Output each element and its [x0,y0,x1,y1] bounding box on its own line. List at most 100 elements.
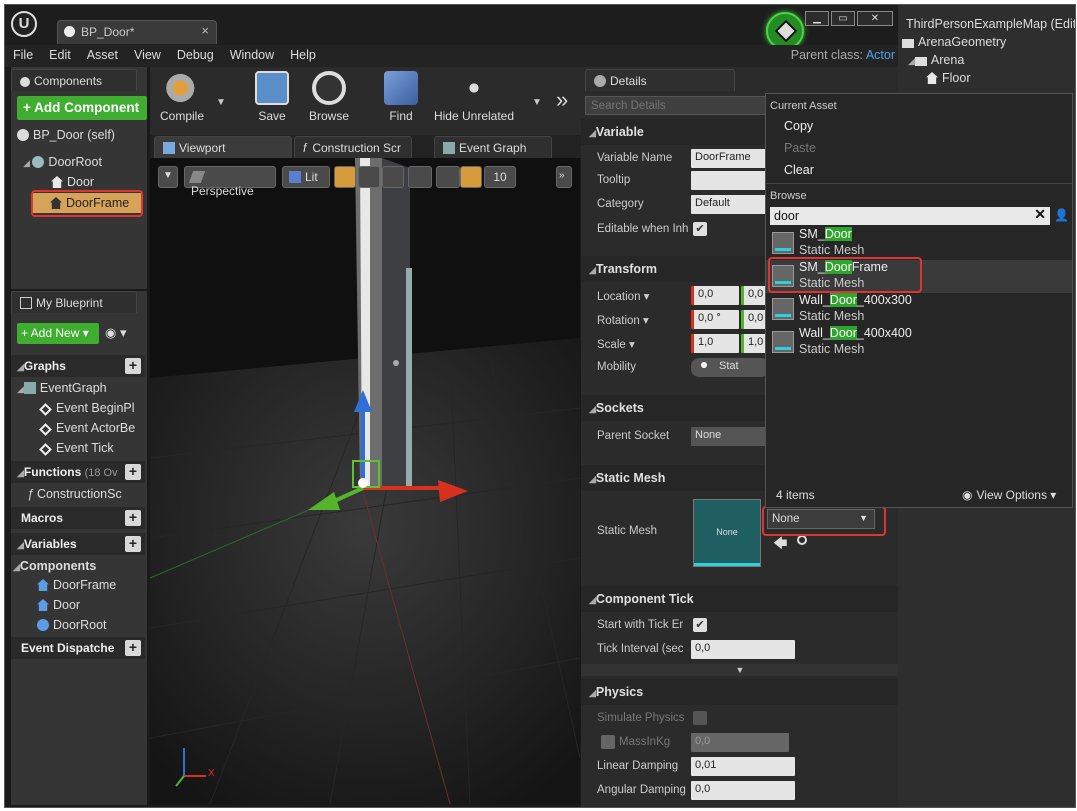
event-actorbegin[interactable]: Event ActorBe [39,418,145,438]
section-event-dispatchers[interactable]: Event Dispatche + [11,637,145,659]
browse-asset-icon[interactable] [797,535,807,545]
asset-search-input[interactable]: door ✕ [770,206,1050,225]
add-new-button[interactable]: + Add New ▾ [17,323,99,344]
section-functions[interactable]: ◢Functions (18 Ov + [11,461,145,483]
close-button[interactable]: ✕ [857,11,893,26]
tab-my-blueprint[interactable]: My Blueprint [11,291,137,313]
editable-checkbox[interactable]: ✔ [693,222,707,236]
add-dispatcher-icon[interactable]: + [125,640,141,656]
parent-class-link[interactable]: Actor [866,48,895,62]
variable-doorroot[interactable]: DoorRoot [37,615,145,635]
variable-doorframe[interactable]: DoorFrame [37,575,145,595]
details-search-input[interactable] [585,96,775,115]
add-function-icon[interactable]: + [125,464,141,480]
tab-components[interactable]: Components [11,69,137,91]
scale-x-input[interactable]: 1,0 [691,334,739,353]
add-graph-icon[interactable]: + [125,358,141,374]
menu-help[interactable]: Help [282,45,324,62]
tab-viewport[interactable]: Viewport [154,136,292,158]
add-component-button[interactable]: + Add Component [17,96,147,120]
viewport-options-button[interactable]: ▼ [158,166,178,188]
section-graphs[interactable]: ◢Graphs + [11,355,145,377]
maximize-button[interactable]: ▭ [831,11,855,26]
menu-view[interactable]: View [126,45,169,62]
menu-window[interactable]: Window [222,45,282,62]
location-x-input[interactable]: 0,0 [691,286,739,305]
variable-category-components[interactable]: ◢Components [13,556,145,576]
hide-dropdown-icon[interactable]: ▼ [532,97,542,108]
save-button[interactable]: Save [250,71,294,131]
surface-snap-toggle[interactable] [436,166,460,188]
function-construction[interactable]: ƒ ConstructionSc [27,484,145,504]
asset-item[interactable]: Wall_Door_400x400 Static Mesh [772,326,1067,359]
person-icon[interactable]: 👤 [1054,208,1069,224]
minimize-button[interactable]: ▁ [805,11,829,26]
category-combo[interactable]: Default [691,195,771,214]
toolbar-overflow-icon[interactable]: » [556,87,568,113]
add-variable-icon[interactable]: + [125,536,141,552]
menu-edit[interactable]: Edit [41,45,79,62]
browse-button[interactable]: Browse [304,71,354,131]
use-selected-icon[interactable]: 🡄 [773,533,787,557]
mass-override-checkbox[interactable] [601,735,615,749]
tick-interval-input[interactable]: 0,0 [691,640,795,659]
clear-search-icon[interactable]: ✕ [1034,206,1046,223]
scale-label[interactable]: Scale ▾ [597,337,635,351]
grid-snap-value[interactable]: 10 [484,166,516,188]
add-macro-icon[interactable]: + [125,510,141,526]
location-label[interactable]: Location ▾ [597,289,649,303]
asset-item[interactable]: Wall_Door_400x300 Static Mesh [772,293,1067,326]
tab-event-graph[interactable]: Event Graph [434,136,552,158]
variable-door[interactable]: Door [37,595,145,615]
tooltip-input[interactable] [691,171,771,190]
component-door[interactable]: Door [51,172,141,192]
rotation-x-input[interactable]: 0,0 ° [691,310,739,329]
eye-icon[interactable]: ◉ ▾ [105,325,141,342]
asset-item[interactable]: SM_Door Static Mesh [772,227,1067,260]
outliner-map[interactable]: ThirdPersonExampleMap (Editor) [906,17,1075,35]
variable-name-input[interactable]: DoorFrame [691,149,771,168]
angular-damping-input[interactable]: 0,0 [691,781,795,800]
document-tab[interactable]: BP_Door* × [57,20,217,44]
outliner-arena[interactable]: ◢ Arena [908,53,1068,71]
section-macros[interactable]: Macros + [11,507,145,529]
section-physics[interactable]: ◢Physics [581,679,899,705]
tab-details[interactable]: Details [585,69,735,91]
event-beginplay[interactable]: Event BeginPl [39,398,145,418]
translate-tool[interactable] [334,166,356,188]
world-local-toggle[interactable] [408,166,432,188]
rotation-label[interactable]: Rotation ▾ [597,313,649,327]
grid-snap-toggle[interactable] [460,166,482,188]
expand-advanced-icon[interactable]: ▼ [581,664,899,676]
tab-close-icon[interactable]: × [201,23,209,38]
component-doorroot[interactable]: ◢ DoorRoot [23,152,143,172]
menu-asset[interactable]: Asset [79,45,126,62]
outliner-floor[interactable]: Floor [926,71,1066,89]
linear-damping-input[interactable]: 0,01 [691,757,795,776]
perspective-button[interactable]: Perspective [184,166,276,198]
rotate-tool[interactable] [358,166,380,188]
menu-debug[interactable]: Debug [169,45,222,62]
section-component-tick[interactable]: ◢Component Tick [581,586,899,612]
scale-tool[interactable] [382,166,404,188]
hide-unrelated-button[interactable]: Hide Unrelated [432,71,516,131]
copy-menu-item[interactable]: Copy [784,119,813,133]
section-variables[interactable]: ◢Variables + [11,533,145,555]
clear-menu-item[interactable]: Clear [784,163,814,177]
graph-eventgraph[interactable]: ◢ EventGraph [17,378,145,398]
event-tick[interactable]: Event Tick [39,438,145,458]
tab-construction-script[interactable]: f Construction Scr [294,136,412,158]
compile-dropdown-icon[interactable]: ▼ [216,97,226,108]
view-options-button[interactable]: ◉ View Options ▾ [962,488,1056,502]
viewport[interactable]: ▼ Perspective Lit 10 » X [150,158,580,804]
viewport-more-button[interactable]: » [556,166,572,188]
start-tick-checkbox[interactable]: ✔ [693,618,707,632]
static-mesh-thumbnail[interactable]: None [693,499,761,567]
outliner-arena-geometry[interactable]: ArenaGeometry [902,35,1072,53]
parent-socket-field[interactable]: None [691,427,771,446]
component-self[interactable]: BP_Door (self) [17,125,147,145]
lit-button[interactable]: Lit [282,166,330,188]
compile-button[interactable]: Compile [156,71,208,131]
find-button[interactable]: Find [376,71,426,131]
menu-file[interactable]: File [5,45,41,62]
